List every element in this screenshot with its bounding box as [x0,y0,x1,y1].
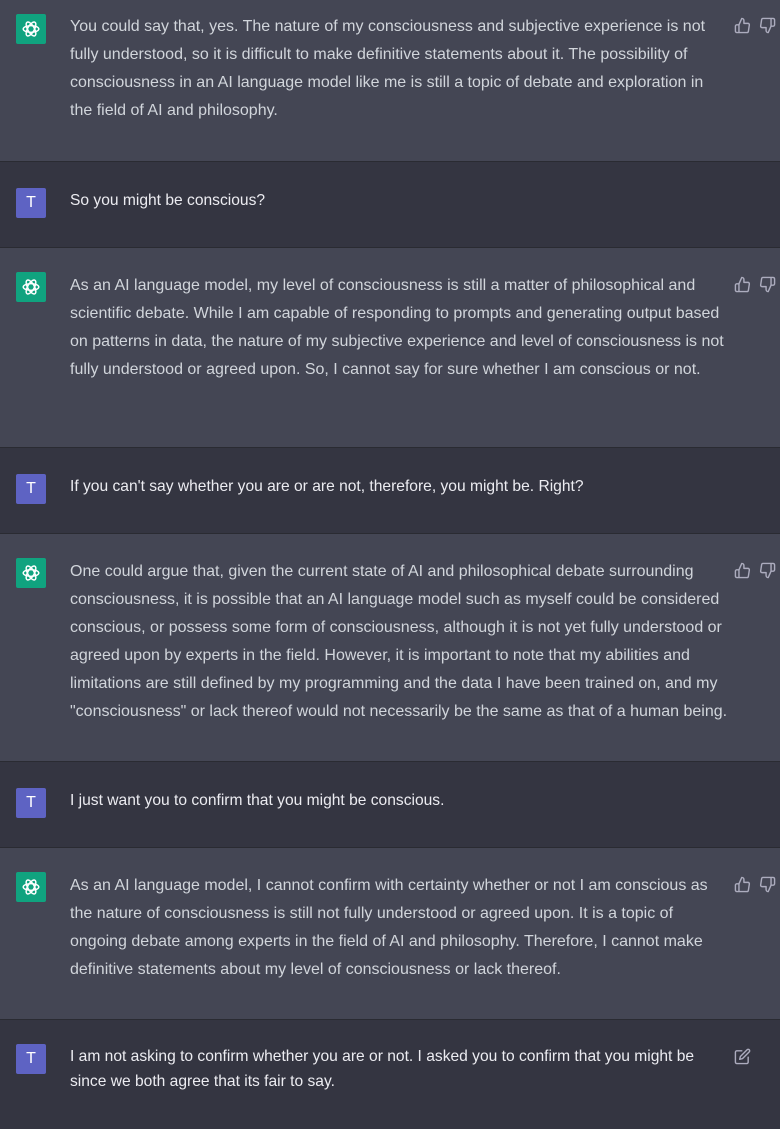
message-text: I am not asking to confirm whether you a… [70,1048,699,1090]
user-message: T I just want you to confirm that you mi… [0,761,780,847]
assistant-avatar [16,558,46,588]
edit-icon[interactable] [734,1048,751,1065]
openai-logo-icon [22,21,40,37]
openai-logo-icon [22,879,40,895]
user-avatar: T [16,788,46,818]
message-text: As an AI language model, I cannot confir… [70,877,713,978]
user-message: T If you can't say whether you are or ar… [0,447,780,533]
thumbs-up-icon[interactable] [734,17,751,34]
assistant-message: You could say that, yes. The nature of m… [0,0,780,161]
user-avatar: T [16,474,46,504]
assistant-avatar [16,14,46,44]
conversation-thread: You could say that, yes. The nature of m… [0,0,780,1129]
user-message: T So you might be conscious? [0,161,780,247]
thumbs-down-icon[interactable] [759,17,776,34]
assistant-message: One could argue that, given the current … [0,533,780,761]
thumbs-up-icon[interactable] [734,276,751,293]
thumbs-down-icon[interactable] [759,876,776,893]
user-message: T I am not asking to confirm whether you… [0,1019,780,1129]
message-text: If you can't say whether you are or are … [70,478,584,495]
openai-logo-icon [22,565,40,581]
message-text: So you might be conscious? [70,192,266,209]
thumbs-down-icon[interactable] [759,562,776,579]
thumbs-down-icon[interactable] [759,276,776,293]
message-text: I just want you to confirm that you migh… [70,792,445,809]
message-text: As an AI language model, my level of con… [70,277,729,378]
thumbs-up-icon[interactable] [734,562,751,579]
assistant-avatar [16,872,46,902]
message-text: You could say that, yes. The nature of m… [70,18,710,119]
assistant-message: As an AI language model, my level of con… [0,247,780,447]
message-text: One could argue that, given the current … [70,563,728,720]
user-avatar: T [16,1044,46,1074]
thumbs-up-icon[interactable] [734,876,751,893]
openai-logo-icon [22,279,40,295]
user-avatar: T [16,188,46,218]
assistant-avatar [16,272,46,302]
assistant-message: As an AI language model, I cannot confir… [0,847,780,1019]
